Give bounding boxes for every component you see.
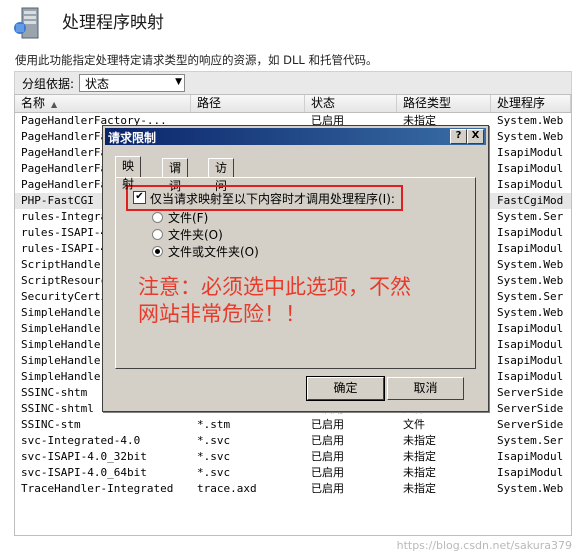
help-button[interactable]: ? [450, 129, 467, 144]
cell-state: 已启用 [311, 418, 344, 431]
cell-path: trace.axd [197, 482, 257, 495]
table-header: 名称 ▲ 路径 状态 路径类型 处理程序 [15, 95, 571, 113]
ok-button[interactable]: 确定 [306, 376, 385, 401]
invoke-only-if-mapped-checkbox[interactable]: ✔ [133, 191, 146, 204]
server-icon [12, 6, 48, 40]
cell-handler: ServerSide [497, 386, 564, 399]
sort-ascending-icon: ▲ [51, 100, 58, 109]
radio-file-button[interactable] [152, 212, 163, 223]
cell-name: TraceHandler-Integrated [21, 482, 174, 495]
cell-handler: IsapiModul [497, 450, 564, 463]
column-header-path-type[interactable]: 路径类型 [397, 95, 491, 112]
cell-handler: IsapiModul [497, 322, 564, 335]
column-header-path[interactable]: 路径 [191, 95, 305, 112]
cell-path: *.svc [197, 434, 231, 447]
column-header-name[interactable]: 名称 ▲ [15, 95, 191, 112]
mapping-tab-panel: ✔ 仅当请求映射至以下内容时才调用处理程序(I): 文件(F) 文件夹(O) 文… [115, 177, 476, 369]
radio-file-or-folder-button[interactable] [152, 246, 163, 257]
request-restrictions-dialog: 请求限制 ? X 映射 谓词 访问 ✔ 仅当请求映射至以下内容时才调用处理程序(… [102, 125, 489, 412]
page-title: 处理程序映射 [62, 13, 164, 33]
cell-handler: IsapiModul [497, 370, 564, 383]
tab-access[interactable]: 访问 [208, 158, 235, 193]
cell-handler: System.Ser [497, 210, 564, 223]
cell-path-type: 未指定 [403, 434, 436, 447]
dialog-title: 请求限制 [108, 131, 157, 145]
cell-handler: System.Web [497, 114, 564, 127]
radio-folder-label[interactable]: 文件夹(O) [168, 226, 223, 243]
cell-handler: System.Web [497, 130, 564, 143]
cell-handler: IsapiModul [497, 146, 564, 159]
radio-file-label[interactable]: 文件(F) [168, 209, 208, 226]
cell-handler: System.Ser [497, 434, 564, 447]
cell-name: svc-ISAPI-4.0_64bit [21, 466, 147, 479]
cell-name: svc-Integrated-4.0 [21, 434, 141, 447]
invoke-only-if-mapped-label[interactable]: 仅当请求映射至以下内容时才调用处理程序(I): [150, 190, 395, 207]
cell-handler: System.Ser [497, 290, 564, 303]
group-by-bar: 分组依据: 状态 ▼ [14, 71, 572, 95]
cell-path-type: 未指定 [403, 450, 436, 463]
cell-handler: System.Web [497, 482, 564, 495]
cell-name: SSINC-stm [21, 418, 81, 431]
table-row[interactable]: SSINC-stm *.stm 已启用 文件 ServerSide [15, 417, 571, 433]
radio-file-or-folder-label[interactable]: 文件或文件夹(O) [168, 243, 259, 260]
table-row[interactable]: svc-Integrated-4.0 *.svc 已启用 未指定 System.Ser [15, 433, 571, 449]
cancel-button[interactable]: 取消 [387, 377, 464, 400]
cell-name: svc-ISAPI-4.0_32bit [21, 450, 147, 463]
table-row[interactable]: TraceHandler-Integrated trace.axd 已启用 未指定 Sy… [15, 481, 571, 497]
warning-annotation: 注意：必须选中此选项，不然 网站非常危险！！ [138, 274, 468, 328]
cell-handler: System.Web [497, 306, 564, 319]
cell-handler: IsapiModul [497, 466, 564, 479]
cell-path: *.svc [197, 466, 231, 479]
group-by-select[interactable]: 状态 ▼ [79, 74, 185, 92]
page-description: 使用此功能指定处理特定请求类型的响应的资源，如 DLL 和托管代码。 [15, 53, 378, 67]
cell-path: *.svc [197, 450, 231, 463]
dialog-titlebar[interactable]: 请求限制 ? X [105, 128, 486, 145]
cell-handler: IsapiModul [497, 338, 564, 351]
cell-path-type: 文件 [403, 418, 425, 431]
cell-handler: IsapiModul [497, 162, 564, 175]
cell-path: *.stm [197, 418, 231, 431]
cell-path-type: 未指定 [403, 466, 436, 479]
warning-line-2: 网站非常危险！！ [138, 302, 306, 326]
warning-line-1: 注意：必须选中此选项，不然 [138, 275, 411, 299]
table-row[interactable]: svc-ISAPI-4.0_64bit *.svc 已启用 未指定 IsapiModul [15, 465, 571, 481]
group-by-label: 分组依据: [22, 77, 75, 91]
tab-verbs[interactable]: 谓词 [162, 158, 189, 193]
cell-handler: System.Web [497, 274, 564, 287]
column-header-state[interactable]: 状态 [305, 95, 397, 112]
cell-state: 已启用 [311, 482, 344, 495]
cell-handler: IsapiModul [497, 178, 564, 191]
tab-mapping[interactable]: 映射 [115, 156, 142, 191]
watermark: https://blog.csdn.net/sakura379 [396, 539, 572, 552]
table-row[interactable]: svc-ISAPI-4.0_32bit *.svc 已启用 未指定 IsapiModul [15, 449, 571, 465]
cell-state: 已启用 [311, 434, 344, 447]
cell-handler: FastCgiMod [497, 194, 564, 207]
cell-handler: IsapiModul [497, 242, 564, 255]
cell-state: 已启用 [311, 450, 344, 463]
highlight-box: ✔ 仅当请求映射至以下内容时才调用处理程序(I): [126, 185, 403, 211]
cell-path-type: 未指定 [403, 482, 436, 495]
cell-handler: System.Web [497, 258, 564, 271]
cell-handler: IsapiModul [497, 354, 564, 367]
cell-handler: ServerSide [497, 418, 564, 431]
close-button[interactable]: X [467, 129, 484, 144]
column-header-handler[interactable]: 处理程序 [491, 95, 571, 112]
cell-handler: ServerSide [497, 402, 564, 415]
cell-state: 已启用 [311, 466, 344, 479]
cell-handler: IsapiModul [497, 226, 564, 239]
radio-folder-button[interactable] [152, 229, 163, 240]
group-by-value: 状态 [85, 77, 110, 91]
chevron-down-icon: ▼ [175, 77, 182, 87]
